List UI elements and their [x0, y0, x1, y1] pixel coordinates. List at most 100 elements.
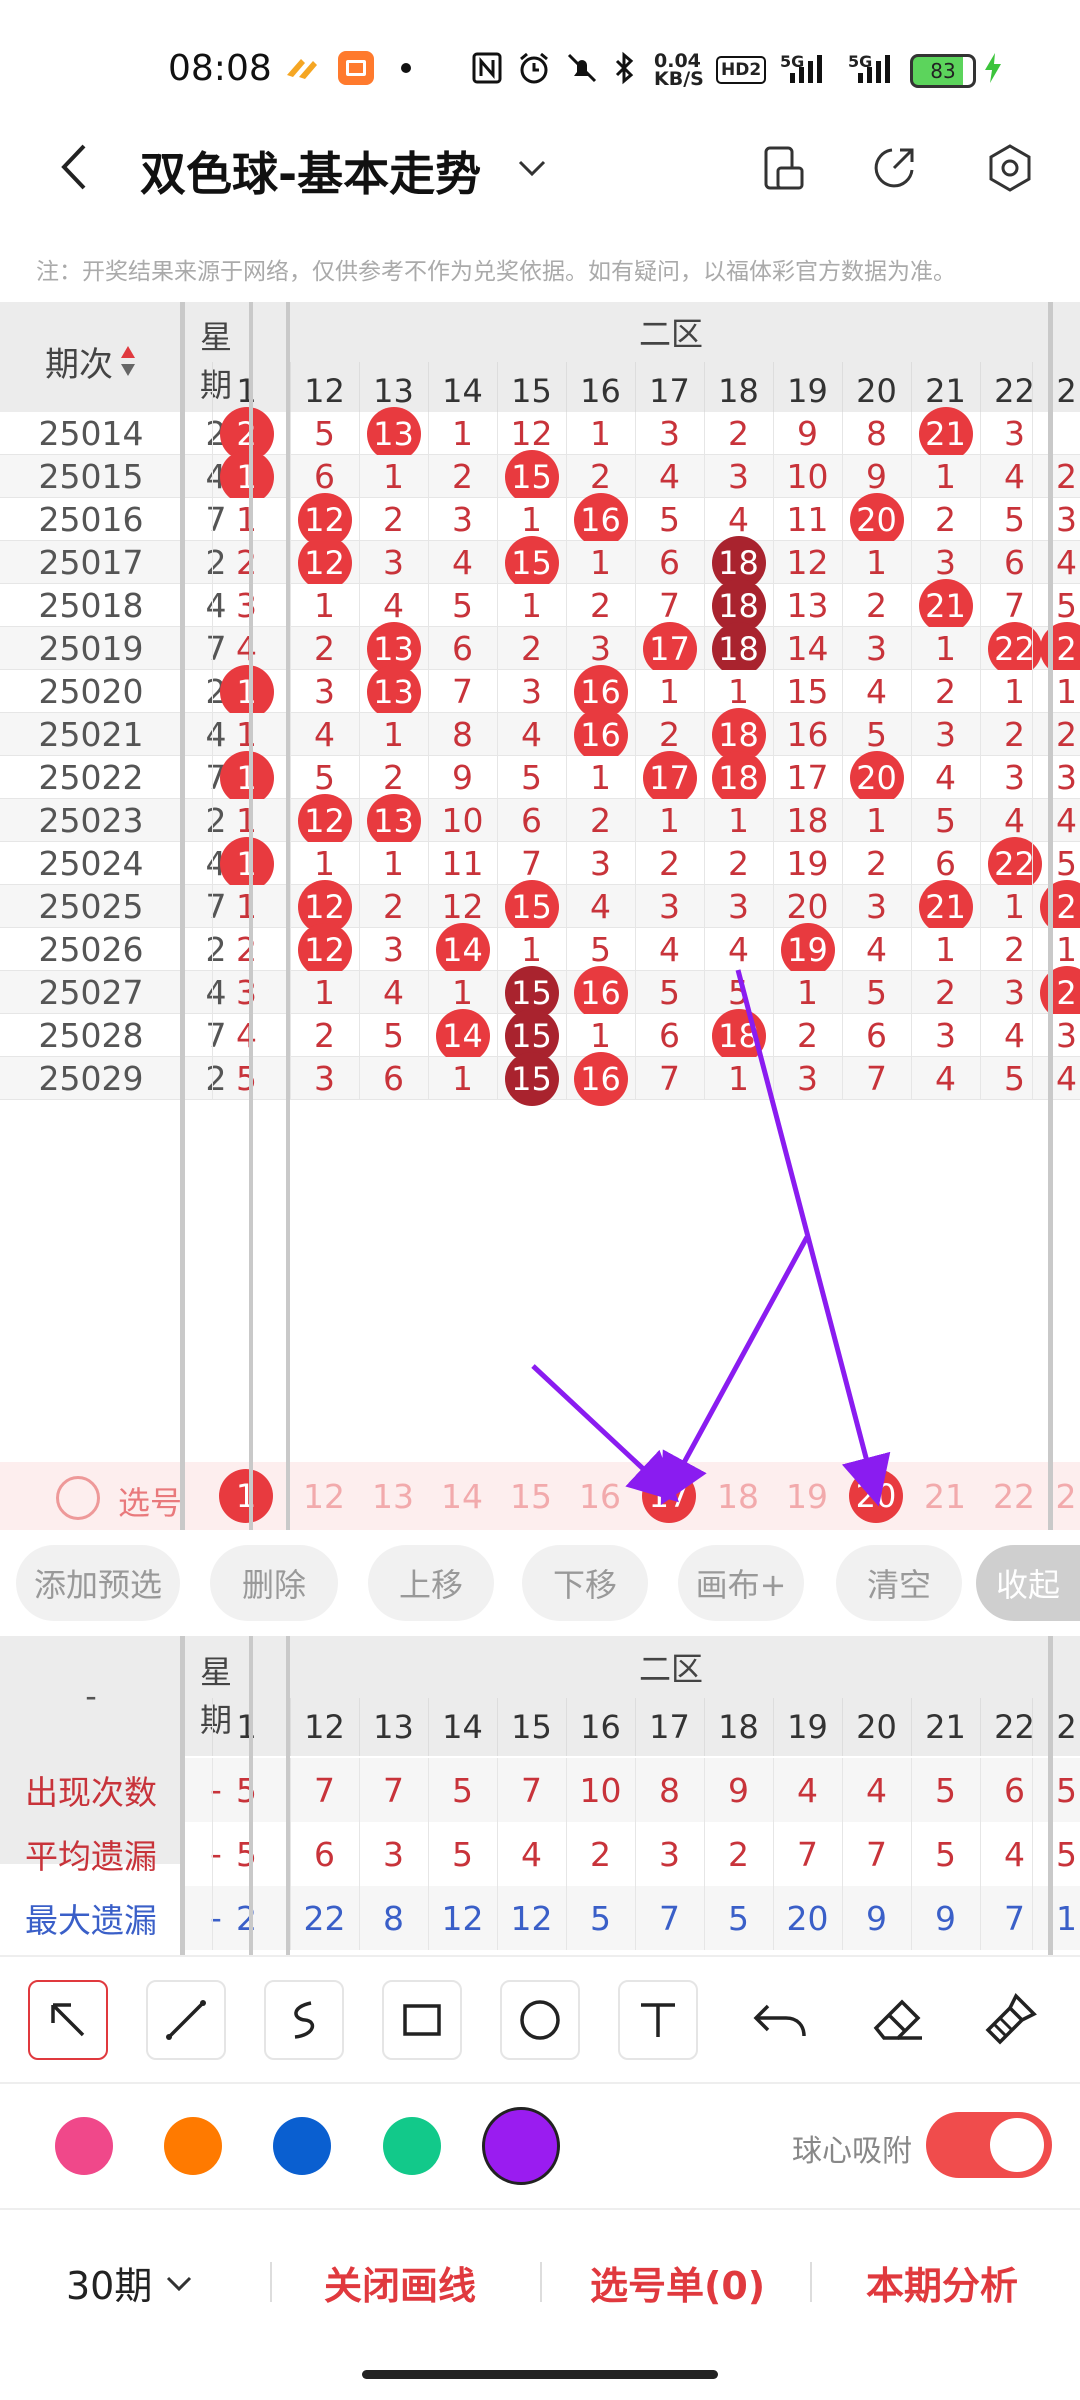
action-button[interactable]: 清空	[836, 1545, 962, 1621]
stats-number-cell: 17	[634, 1698, 704, 1756]
alarm-icon	[516, 50, 552, 86]
stats-number-cell: 14	[427, 1698, 497, 1756]
action-button[interactable]: 添加预选	[16, 1545, 180, 1621]
stats-number-cell: 18	[703, 1698, 773, 1756]
stats-cell: 1	[1031, 1886, 1080, 1950]
stats-number-cell: 16	[565, 1698, 635, 1756]
snap-label: 球心吸附	[792, 2134, 912, 2169]
divider	[1048, 1636, 1053, 1956]
divider	[0, 2208, 1080, 2210]
action-button[interactable]: 画布+	[678, 1545, 804, 1621]
stats-cell: 12	[496, 1886, 566, 1950]
signal-icon-a	[786, 50, 826, 86]
stats-cell: 7	[289, 1758, 359, 1822]
stats-cell: 2	[703, 1822, 773, 1886]
divider	[810, 2262, 812, 2302]
undo-icon[interactable]	[746, 1984, 816, 2054]
stats-cell: 7	[841, 1822, 911, 1886]
stats-cell: 7	[634, 1886, 704, 1950]
stats-cell: 5	[427, 1758, 497, 1822]
disclaimer-note: 注：开奖结果来源于网络，仅供参考不作为兑奖依据。如有疑问，以福体彩官方数据为准。	[36, 259, 956, 285]
stats-cell: 5	[565, 1886, 635, 1950]
color-swatch[interactable]	[273, 2117, 331, 2175]
chevron-down-icon	[167, 2276, 192, 2291]
phone-layout-icon[interactable]	[756, 140, 812, 196]
signal-icon-b	[854, 50, 894, 86]
drawn-line-1[interactable]	[531, 1364, 679, 1503]
divider	[180, 1636, 185, 1956]
stats-cell: 5	[1031, 1758, 1080, 1822]
stats-cell: 5	[703, 1886, 773, 1950]
trend-table: 期次 星 期 二区 1 12 13 14 15 16 17 18 19 20 21 22 2 25014…	[0, 302, 1080, 1530]
stats-cell: 12	[427, 1886, 497, 1950]
stats-cell: 5	[427, 1822, 497, 1886]
divider	[0, 2082, 1080, 2084]
stats-cell: 3	[634, 1822, 704, 1886]
snap-toggle[interactable]	[926, 2112, 1052, 2178]
stats-cell: 9	[910, 1886, 980, 1950]
settings-icon[interactable]	[982, 140, 1038, 196]
stats-cell: 6	[289, 1822, 359, 1886]
pick-list-button[interactable]: 选号单(0)	[590, 2255, 765, 2310]
drawn-line-2[interactable]	[660, 1235, 810, 1506]
action-button[interactable]: 收起	[976, 1545, 1080, 1621]
stats-cell: 4	[841, 1758, 911, 1822]
stats-cell: 4	[772, 1758, 842, 1822]
text-tool[interactable]	[618, 1980, 698, 2060]
stats-cell: 7	[496, 1758, 566, 1822]
analysis-button[interactable]: 本期分析	[866, 2255, 1018, 2310]
drawn-trend-lines[interactable]	[0, 302, 1080, 1530]
drawn-line-3[interactable]	[735, 969, 891, 1507]
stats-row-label: 出现次数	[25, 1773, 157, 1812]
stats-number-cell: 19	[772, 1698, 842, 1756]
stats-cell: 2	[211, 1886, 281, 1950]
period-selector[interactable]: 30期	[66, 2255, 196, 2310]
stats-dash: -	[85, 1677, 97, 1715]
chevron-down-icon[interactable]	[514, 150, 550, 186]
bluetooth-icon	[610, 50, 640, 86]
stats-cell: 7	[772, 1822, 842, 1886]
stats-cell: 3	[358, 1822, 428, 1886]
color-swatch[interactable]	[55, 2117, 113, 2175]
nfc-icon	[470, 50, 504, 86]
stats-number-cell: 15	[496, 1698, 566, 1756]
mute-icon	[564, 50, 600, 86]
stats-table: - 星 期 二区 1 12 13 14 15 16 17 18 19 20 21 22 2 出现次数 -5…	[0, 1636, 1080, 1956]
stats-cell: 9	[841, 1886, 911, 1950]
close-lines-button[interactable]: 关闭画线	[324, 2255, 476, 2310]
back-button[interactable]	[50, 140, 100, 194]
net-speed: 0.04 KB/S	[654, 50, 704, 90]
action-button[interactable]: 上移	[368, 1545, 494, 1621]
stats-cell: 9	[703, 1758, 773, 1822]
app-notification-icon	[282, 50, 322, 86]
action-button[interactable]: 下移	[522, 1545, 648, 1621]
stats-cell: 22	[289, 1886, 359, 1950]
rectangle-tool[interactable]	[382, 1980, 462, 2060]
divider	[0, 1955, 1080, 1957]
action-button[interactable]: 删除	[210, 1545, 338, 1621]
circle-tool[interactable]	[500, 1980, 580, 2060]
page-title[interactable]: 双色球-基本走势	[140, 138, 481, 204]
divider	[249, 1636, 253, 1956]
stats-cell: 8	[358, 1886, 428, 1950]
stats-number-cell: 1	[211, 1698, 281, 1756]
stats-number-cell: 21	[910, 1698, 980, 1756]
divider	[286, 1636, 290, 1956]
color-swatch[interactable]	[164, 2117, 222, 2175]
status-bar: 08:08 0.04 KB/S HD2 5G 5G 83	[0, 0, 1080, 130]
color-swatch[interactable]	[383, 2117, 441, 2175]
color-swatch[interactable]	[482, 2107, 560, 2185]
divider	[270, 2262, 272, 2302]
battery-level: 83	[930, 59, 956, 83]
line-tool[interactable]	[146, 1980, 226, 2060]
stats-number-cell: 2	[1031, 1698, 1080, 1756]
share-icon[interactable]	[866, 140, 922, 196]
curve-tool[interactable]	[264, 1980, 344, 2060]
home-indicator	[362, 2370, 718, 2379]
eraser-icon[interactable]	[862, 1984, 932, 2054]
stats-cell: 5	[211, 1822, 281, 1886]
select-arrow-tool[interactable]	[28, 1980, 108, 2060]
stats-row-label: 最大遗漏	[25, 1901, 157, 1940]
clear-brush-icon[interactable]	[976, 1984, 1046, 2054]
stats-cell: 5	[1031, 1822, 1080, 1886]
